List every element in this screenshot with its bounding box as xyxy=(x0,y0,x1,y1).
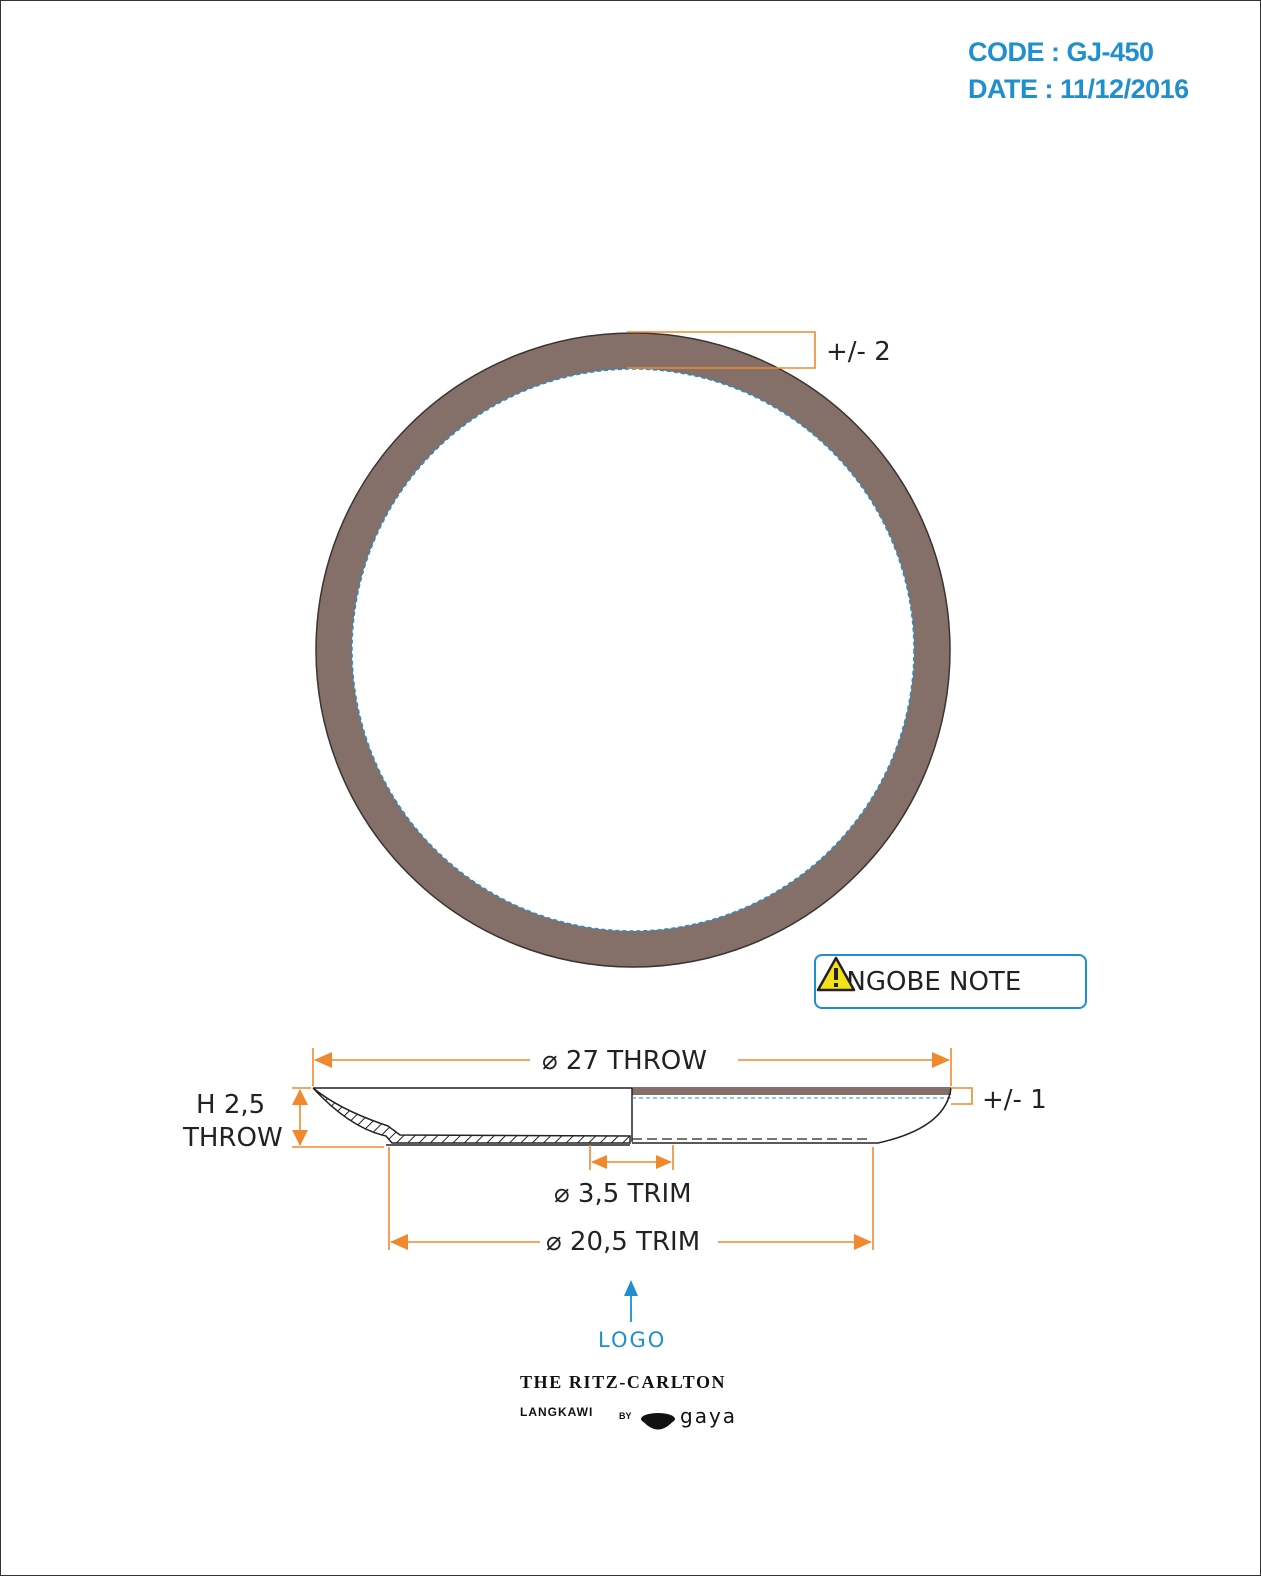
foot-arrow-left xyxy=(591,1155,607,1169)
engobe-note-label: ENGOBE NOTE xyxy=(830,966,1022,997)
engobe-band xyxy=(632,1087,951,1095)
rim-tolerance-label: +/- 2 xyxy=(826,337,891,367)
top-view: +/- 2 xyxy=(315,331,951,968)
foot-arrow-right xyxy=(656,1155,672,1169)
throw-arrow-right xyxy=(932,1052,950,1068)
foot-diameter-label: ⌀ 3,5 TRIM xyxy=(554,1179,692,1209)
brand-by: BY xyxy=(619,1411,632,1421)
engobe-note-button[interactable]: ENGOBE NOTE xyxy=(814,954,1087,1009)
logo-pointer xyxy=(624,1280,638,1322)
plate-section-hatch xyxy=(312,1087,631,1144)
logo-arrow-head xyxy=(624,1280,638,1296)
trim-diameter-label: ⌀ 20,5 TRIM xyxy=(546,1227,700,1257)
height-arrow-bottom xyxy=(292,1130,308,1146)
height-tolerance-leader xyxy=(951,1087,973,1105)
brand-name: THE RITZ-CARLTON xyxy=(520,1372,727,1392)
throw-diameter-label: ⌀ 27 THROW xyxy=(542,1046,707,1076)
trim-arrow-left xyxy=(390,1234,408,1250)
height-label-throw: THROW xyxy=(182,1123,283,1153)
height-arrow-top xyxy=(292,1089,308,1105)
gaya-bowl-mark xyxy=(641,1413,675,1430)
plate-inner-edge xyxy=(351,368,915,932)
plate-right-profile xyxy=(632,1087,952,1144)
height-label: H 2,5 xyxy=(196,1090,265,1120)
logo-label: LOGO xyxy=(598,1328,667,1352)
trim-arrow-right xyxy=(854,1234,872,1250)
brand-location: LANGKAWI xyxy=(520,1405,594,1419)
throw-arrow-left xyxy=(314,1052,332,1068)
height-tolerance-label: +/- 1 xyxy=(982,1085,1047,1115)
brand-partner: gaya xyxy=(680,1404,738,1428)
warning-icon xyxy=(816,956,856,992)
section-view: ⌀ 27 THROW +/- 1 H 2,5 THROW ⌀ 3,5 TRIM … xyxy=(182,1046,1047,1257)
